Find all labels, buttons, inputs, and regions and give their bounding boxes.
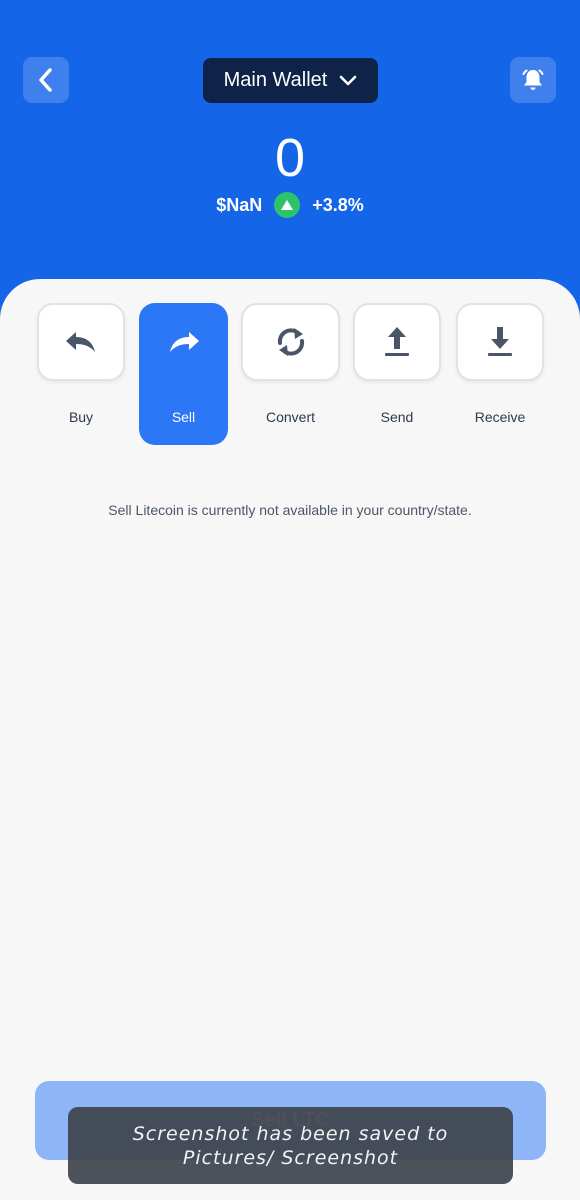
download-arrow-icon — [488, 327, 512, 356]
change-percent: +3.8% — [312, 194, 364, 215]
convert-tile — [241, 303, 340, 381]
convert-label: Convert — [265, 409, 316, 425]
price-row: $NaN +3.8% — [0, 191, 580, 219]
upload-arrow-icon — [385, 327, 409, 356]
triangle-up-icon — [281, 200, 294, 210]
convert-arrows-icon — [277, 328, 304, 356]
send-label: Send — [380, 409, 414, 425]
action-buy[interactable]: Buy — [36, 303, 126, 425]
chevron-down-icon — [340, 75, 357, 85]
screenshot-toast: Screenshot has been saved to Pictures/ S… — [68, 1107, 513, 1184]
send-tile — [353, 303, 441, 381]
bell-icon — [522, 69, 544, 90]
notifications-button[interactable] — [510, 57, 556, 103]
buy-tile — [37, 303, 125, 381]
receive-tile — [456, 303, 544, 381]
reply-arrow-icon — [66, 332, 95, 352]
back-button[interactable] — [23, 57, 69, 103]
change-badge — [274, 192, 301, 218]
forward-arrow-icon — [169, 332, 199, 352]
wallet-selector[interactable]: Main Wallet — [203, 58, 378, 103]
chevron-left-icon — [39, 68, 52, 92]
availability-notice: Sell Litecoin is currently not available… — [108, 502, 472, 518]
buy-label: Buy — [68, 409, 94, 425]
receive-label: Receive — [474, 409, 526, 425]
fiat-value: $NaN — [216, 194, 263, 215]
action-receive[interactable]: Receive — [455, 303, 545, 425]
sell-tile — [140, 303, 228, 381]
action-send[interactable]: Send — [352, 303, 442, 425]
sell-label: Sell — [171, 409, 196, 425]
crypto-balance: 0 — [274, 128, 306, 188]
action-sell[interactable]: Sell — [139, 303, 228, 445]
wallet-name: Main Wallet — [223, 69, 328, 91]
action-convert[interactable]: Convert — [241, 303, 340, 425]
